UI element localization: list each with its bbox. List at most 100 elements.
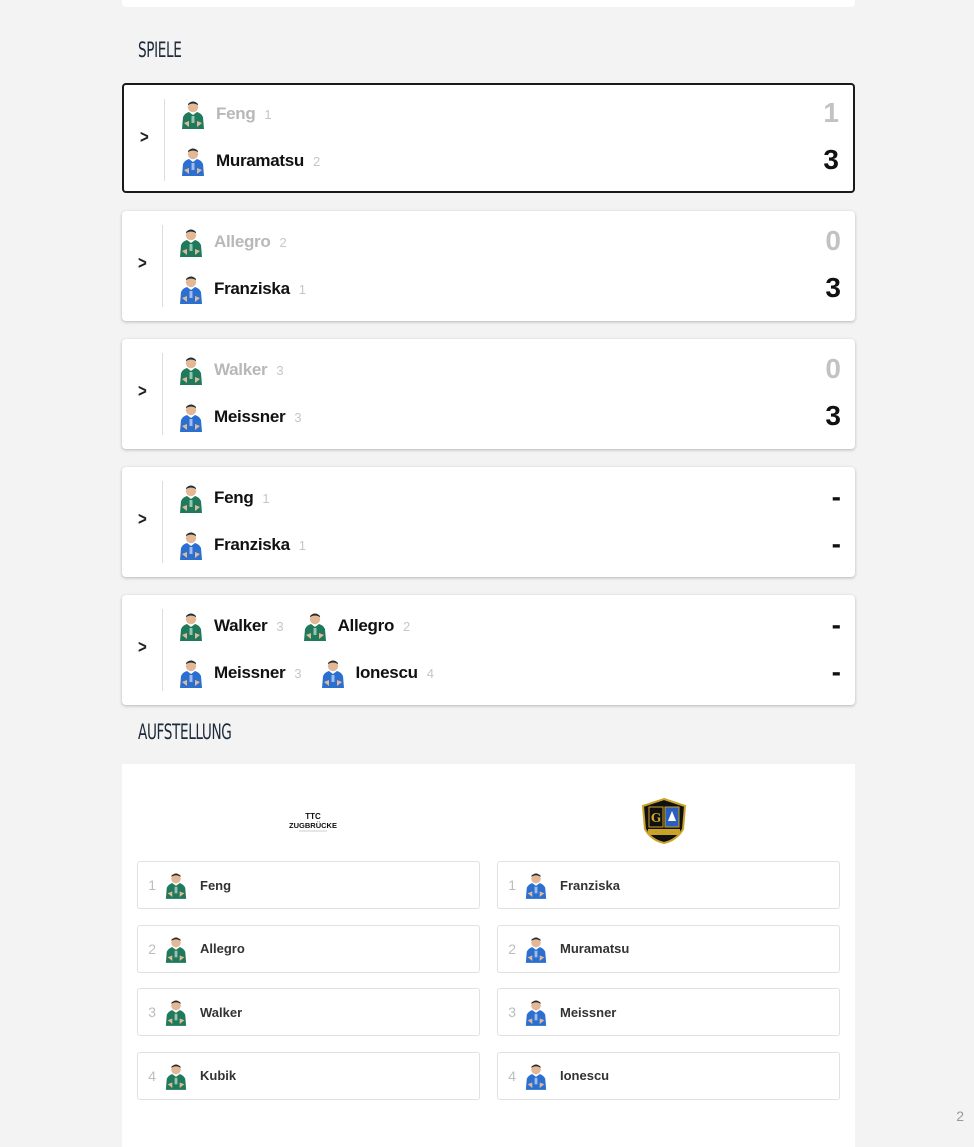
home-lineup-player[interactable]: 3 Walker — [137, 988, 480, 1036]
player-entry[interactable]: Feng 1 — [178, 483, 270, 513]
lineup-player-name: Allegro — [200, 941, 245, 956]
player-avatar-icon — [524, 1061, 548, 1091]
away-score: 3 — [825, 400, 841, 431]
player-entry[interactable]: Muramatsu 2 — [180, 146, 320, 176]
player-entry[interactable]: Feng 1 — [180, 99, 272, 129]
chevron-right-icon[interactable]: > — [138, 253, 147, 273]
player-entry[interactable]: Franziska 1 — [178, 274, 306, 304]
lineup-number: 2 — [508, 940, 516, 957]
player-seed: 3 — [276, 362, 284, 378]
player-avatar-icon — [178, 227, 204, 257]
player-avatar-icon — [302, 611, 328, 641]
chevron-right-icon[interactable]: > — [138, 637, 147, 657]
player-seed: 3 — [294, 665, 302, 681]
match-card[interactable]: > Feng 1 - Franziska 1 - — [122, 467, 855, 577]
away-lineup-player[interactable]: 4 Ionescu — [497, 1051, 840, 1100]
match-card[interactable]: > Feng 1 1 Muramatsu 2 3 — [122, 83, 855, 193]
away-lineup-player[interactable]: 2 Muramatsu — [497, 924, 840, 973]
home-row: Walker 3 Allegro 2 - — [178, 609, 841, 641]
player-avatar-icon — [320, 658, 346, 688]
lineup-player-name: Kubik — [200, 1068, 237, 1083]
away-row: Muramatsu 2 3 — [180, 144, 839, 176]
away-lineup-player[interactable]: 3 Meissner — [497, 988, 840, 1036]
player-entry[interactable]: Allegro 2 — [178, 227, 287, 257]
player-avatar-icon — [524, 997, 548, 1027]
lineup-number: 4 — [508, 1067, 516, 1084]
lineup-number: 1 — [508, 877, 516, 893]
lineup-player-name: Walker — [200, 1004, 243, 1020]
player-avatar-icon — [178, 658, 204, 688]
lineup-number: 3 — [148, 1004, 156, 1020]
player-entry[interactable]: Walker 3 — [178, 611, 284, 641]
home-row: Allegro 2 0 — [178, 225, 841, 257]
chevron-right-icon[interactable]: > — [138, 509, 147, 529]
player-avatar-icon — [180, 146, 206, 176]
home-score: 1 — [823, 97, 839, 128]
player-avatar-icon — [178, 530, 204, 560]
home-score: 0 — [825, 353, 841, 384]
player-avatar-icon — [164, 870, 188, 900]
lineup-player-name: Muramatsu — [560, 941, 630, 956]
divider — [162, 609, 163, 691]
home-row: Feng 1 1 — [180, 97, 839, 129]
player-entry[interactable]: Allegro 2 — [302, 611, 411, 641]
player-name: Franziska — [214, 279, 290, 298]
lineup-player-name: Feng — [200, 877, 232, 893]
svg-text:G: G — [651, 811, 661, 825]
player-entry[interactable]: Ionescu 4 — [320, 658, 434, 688]
home-lineup-player[interactable]: 4 Kubik — [137, 1051, 480, 1100]
player-seed: 2 — [313, 153, 321, 169]
previous-card-bottom — [122, 0, 855, 7]
away-team-logo: G — [641, 797, 687, 845]
player-avatar-icon — [524, 934, 548, 964]
away-score: - — [831, 528, 841, 559]
match-card[interactable]: > Allegro 2 0 Franziska 1 3 — [122, 211, 855, 321]
away-score: 3 — [825, 272, 841, 303]
player-avatar-icon — [524, 870, 548, 900]
svg-text:TTC: TTC — [305, 812, 321, 821]
player-avatar-icon — [180, 99, 206, 129]
lineup-player-name: Meissner — [560, 1004, 617, 1020]
player-name: Feng — [216, 104, 256, 123]
match-list: > Feng 1 1 Muramatsu 2 3 > Allegro 2 0 Franziska 1 3 >… — [122, 83, 855, 723]
lineup-player-name: Ionescu — [560, 1068, 610, 1083]
player-seed: 1 — [298, 537, 306, 553]
match-card[interactable]: > Walker 3 0 Meissner 3 3 — [122, 339, 855, 449]
player-entry[interactable]: Franziska 1 — [178, 530, 306, 560]
lineup-number: 4 — [148, 1067, 156, 1084]
away-lineup-player[interactable]: 1 Franziska — [497, 861, 840, 909]
home-score: 0 — [825, 225, 841, 256]
match-card[interactable]: > Walker 3 Allegro 2 - Meissner 3 Ionescu 4 - — [122, 595, 855, 705]
lineup-player-name: Franziska — [560, 877, 620, 893]
home-lineup-player[interactable]: 2 Allegro — [137, 924, 480, 973]
player-entry[interactable]: Walker 3 — [178, 355, 284, 385]
away-row: Meissner 3 Ionescu 4 - — [178, 656, 841, 688]
chevron-right-icon[interactable]: > — [138, 381, 147, 401]
away-score: 3 — [823, 144, 839, 175]
player-entry[interactable]: Meissner 3 — [178, 658, 302, 688]
section-title-matches: SPIELE — [138, 38, 182, 62]
player-seed: 3 — [294, 409, 302, 425]
player-seed: 2 — [403, 618, 411, 634]
player-seed: 1 — [264, 106, 272, 122]
player-name: Ionescu — [355, 663, 418, 682]
home-team-logo: TTC ZUGBRÜCKE — [289, 812, 337, 832]
player-name: Walker — [214, 616, 268, 635]
player-avatar-icon — [178, 611, 204, 641]
divider — [164, 99, 165, 181]
player-name: Feng — [214, 488, 254, 507]
svg-text:ZUGBRÜCKE: ZUGBRÜCKE — [289, 821, 337, 830]
home-lineup-player[interactable]: 1 Feng — [137, 861, 480, 909]
home-score: - — [831, 481, 841, 512]
player-seed: 1 — [262, 490, 270, 506]
player-seed: 2 — [279, 234, 287, 250]
player-name: Meissner — [214, 407, 286, 426]
lineup-number: 3 — [508, 1004, 516, 1020]
away-row: Franziska 1 - — [178, 528, 841, 560]
chevron-right-icon[interactable]: > — [140, 127, 149, 147]
lineup-number: 1 — [148, 877, 156, 893]
home-row: Feng 1 - — [178, 481, 841, 513]
player-entry[interactable]: Meissner 3 — [178, 402, 302, 432]
player-name: Meissner — [214, 663, 286, 682]
player-seed: 1 — [298, 281, 306, 297]
